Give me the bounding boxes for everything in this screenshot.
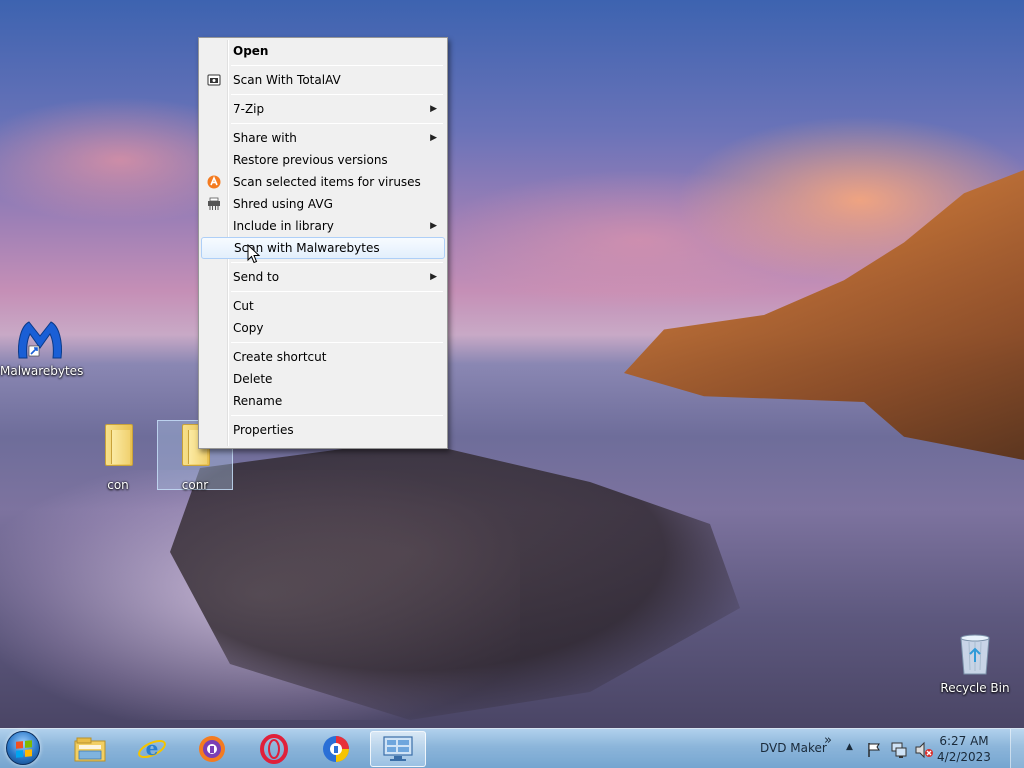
menu-item-restore-previous-versions[interactable]: Restore previous versions [201,149,445,171]
context-menu: Open Scan With TotalAV 7-Zip ▶ Share wit… [198,37,448,449]
menu-item-scan-viruses[interactable]: Scan selected items for viruses [201,171,445,193]
menu-item-label: Create shortcut [233,350,327,364]
clock-time: 6:27 AM [939,734,989,748]
shredder-icon [208,197,220,210]
menu-item-include-in-library[interactable]: Include in library ▶ [201,215,445,237]
menu-item-create-shortcut[interactable]: Create shortcut [201,346,445,368]
chevron-right-icon: ▶ [430,221,437,231]
menu-item-label: Include in library [233,219,334,233]
desktop-icon-label: Malwarebytes [0,364,84,378]
menu-item-shred-avg[interactable]: Shred using AVG [201,193,445,215]
internet-explorer-icon: e [138,736,166,760]
desktop-icon-folder-con[interactable]: con [78,420,158,492]
menu-item-rename[interactable]: Rename [201,390,445,412]
file-explorer-icon [74,737,106,762]
menu-item-label: Scan selected items for viruses [233,175,421,189]
remote-desktop-icon [383,736,413,761]
menu-separator [231,262,443,263]
start-orb-icon [6,731,40,765]
menu-item-label: Open [233,44,269,58]
show-desktop-button[interactable] [1010,729,1024,768]
menu-item-label: Send to [233,270,280,284]
menu-item-scan-totalav[interactable]: Scan With TotalAV [201,69,445,91]
menu-item-properties[interactable]: Properties [201,419,445,441]
taskbar-avast-browser[interactable] [184,731,240,767]
clock-date: 4/2/2023 [937,750,991,764]
menu-separator [231,65,443,66]
menu-item-label: Cut [233,299,254,313]
menu-item-label: Shred using AVG [233,197,333,211]
recycle-bin-icon [935,630,1015,679]
desktop-icon-label: con [107,478,129,492]
desktop-icon-recycle-bin[interactable]: Recycle Bin [935,630,1015,695]
opera-icon [260,734,288,764]
menu-item-label: Scan With TotalAV [233,73,341,87]
menu-item-scan-malwarebytes[interactable]: Scan with Malwarebytes [201,237,445,259]
menu-item-cut[interactable]: Cut [201,295,445,317]
toolbar-overflow-icon[interactable]: » [824,733,832,748]
menu-item-delete[interactable]: Delete [201,368,445,390]
taskbar-remote-desktop[interactable] [370,731,426,767]
chevron-right-icon: ▶ [430,104,437,114]
desktop-icon-malwarebytes[interactable]: Malwarebytes [0,318,84,378]
menu-separator [231,291,443,292]
desktop-icon-label: Recycle Bin [940,681,1010,695]
wallpaper-cliff [624,170,1024,460]
desktop[interactable]: Malwarebytes con conr Recycle Bin [0,0,1024,728]
menu-item-send-to[interactable]: Send to ▶ [201,266,445,288]
taskbar-opera[interactable] [246,731,302,767]
menu-separator [231,123,443,124]
mouse-cursor-icon [247,244,261,264]
menu-item-label: Copy [233,321,264,335]
toolbar-label-dvd-maker[interactable]: DVD Maker [760,741,827,755]
taskbar-internet-explorer[interactable]: e [124,731,180,767]
tray-show-hidden-icon[interactable]: ▲ [846,742,853,752]
chevron-right-icon: ▶ [430,272,437,282]
clock[interactable]: 6:27 AM 4/2/2023 [934,733,994,765]
menu-item-7zip[interactable]: 7-Zip ▶ [201,98,445,120]
avast-icon [207,175,221,189]
menu-item-label: Properties [233,423,294,437]
taskbar-file-explorer[interactable] [62,731,118,767]
menu-item-share-with[interactable]: Share with ▶ [201,127,445,149]
totalav-icon [207,74,221,86]
menu-separator [231,342,443,343]
chevron-right-icon: ▶ [430,133,437,143]
svg-text:e: e [146,736,159,760]
menu-item-label: 7-Zip [233,102,265,116]
network-icon[interactable] [890,741,908,759]
menu-item-label: Delete [233,372,273,386]
action-center-flag-icon[interactable] [866,742,882,758]
menu-item-label: Restore previous versions [233,153,388,167]
menu-separator [231,94,443,95]
avast-browser-icon [199,736,225,762]
malwarebytes-icon [15,318,65,362]
start-button[interactable] [6,731,46,767]
taskbar-avg-browser[interactable] [308,731,364,767]
avg-browser-icon [323,736,349,762]
menu-item-label: Rename [233,394,283,408]
taskbar: e DVD Maker » ▲ 6:27 AM 4/2/2023 [0,728,1024,768]
volume-muted-icon[interactable] [914,741,934,759]
desktop-icon-label: conr [181,478,209,492]
menu-separator [231,415,443,416]
menu-item-copy[interactable]: Copy [201,317,445,339]
folder-icon [103,424,133,466]
menu-item-label: Share with [233,131,297,145]
menu-item-open[interactable]: Open [201,40,445,62]
